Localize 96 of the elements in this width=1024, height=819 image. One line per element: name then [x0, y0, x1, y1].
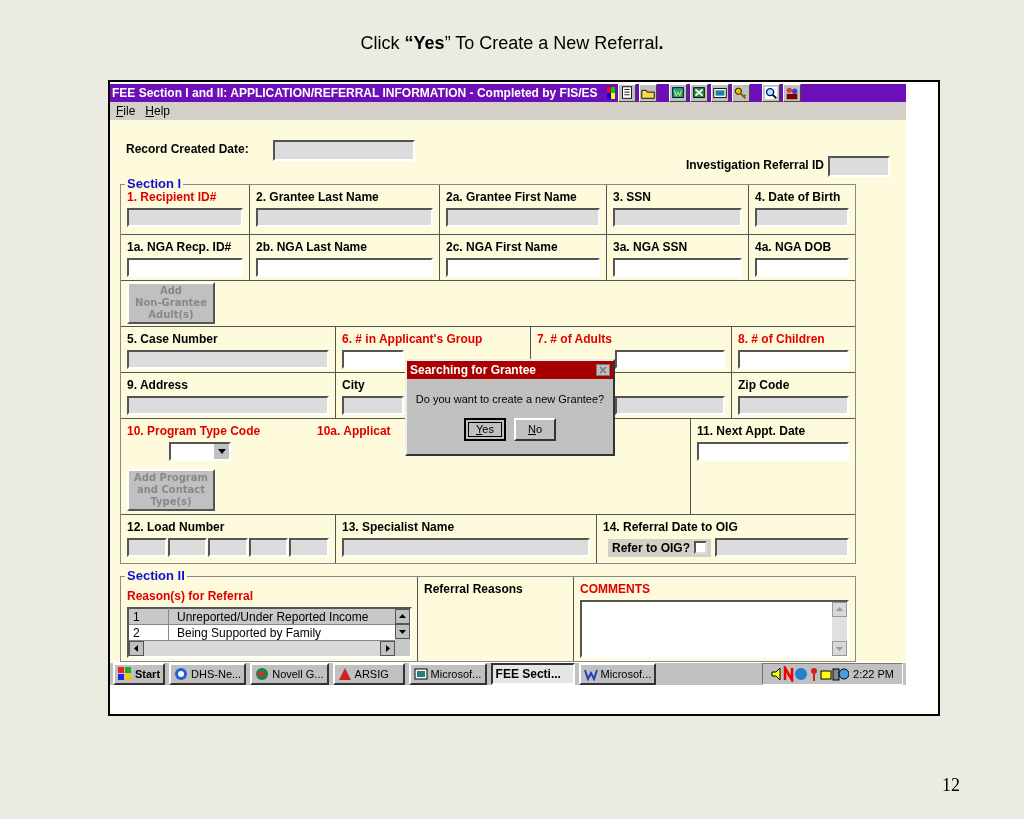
field-label: 12. Load Number	[127, 519, 225, 536]
field-label: 9. Address	[127, 377, 188, 394]
input-field[interactable]	[615, 350, 725, 369]
input-field[interactable]	[755, 208, 849, 227]
date-field[interactable]	[272, 140, 415, 161]
field-label: 13. Specialist Name	[342, 519, 455, 536]
field-label: COMMENTS	[580, 581, 650, 598]
field-label: Record Created Date:	[126, 141, 249, 158]
field-label: 2c. NGA First Name	[446, 239, 558, 256]
clock: 2:22 PM	[853, 666, 894, 682]
taskbar-button[interactable]: Microsof...	[578, 663, 657, 685]
input-field[interactable]	[256, 258, 433, 277]
input-field[interactable]	[446, 208, 600, 227]
dialog-button[interactable]: Yes	[464, 417, 506, 441]
list-row[interactable]: 2 Being Supported by Family	[129, 625, 395, 641]
input-field[interactable]	[342, 538, 590, 557]
input-field[interactable]	[613, 258, 742, 277]
start-button[interactable]: Start	[113, 663, 166, 685]
key-icon[interactable]	[731, 84, 750, 102]
search-icon[interactable]	[761, 84, 780, 102]
input-field[interactable]	[248, 538, 289, 557]
slide-title: Click “Yes” To Create a New Referral.	[360, 32, 664, 55]
caret-icon	[217, 449, 226, 454]
list-box[interactable]: 1 Unreported/Under Reported Income 2 Being Supported by Family	[127, 607, 412, 658]
field-label: 2. Grantee Last Name	[256, 189, 379, 206]
scroll-down-icon[interactable]	[395, 624, 410, 639]
taskbar-button[interactable]: Novell G...	[250, 663, 329, 685]
dialog-title: Searching for Grantee	[410, 362, 537, 379]
field-label: 3a. NGA SSN	[613, 239, 688, 256]
taskbar-button[interactable]: ARSIG	[332, 663, 405, 685]
taskbar-button[interactable]: Microsof...	[408, 663, 487, 685]
field-label: 2a. Grantee First Name	[446, 189, 577, 206]
scroll-up-icon[interactable]	[395, 609, 410, 624]
list-row[interactable]: 1 Unreported/Under Reported Income	[129, 609, 395, 625]
input-field[interactable]	[208, 538, 248, 557]
grid-icon[interactable]	[689, 84, 708, 102]
field-label: 7. # of Adults	[537, 331, 612, 348]
dialog-message: Do you want to create a new Grantee?	[414, 392, 606, 407]
field-label: 8. # of Children	[738, 331, 825, 348]
field-label: 2b. NGA Last Name	[256, 239, 367, 256]
taskbar-button[interactable]: FEE Secti...	[490, 663, 575, 685]
field-label: Investigation Referral ID	[685, 157, 824, 174]
window-icon	[413, 667, 428, 681]
field-label: Reason(s) for Referral	[127, 588, 254, 605]
input-field[interactable]	[342, 350, 404, 369]
input-field[interactable]	[127, 258, 243, 277]
field-label: 10. Program Type Code	[127, 423, 261, 440]
field-label: Zip Code	[738, 377, 790, 394]
dialog-button[interactable]: No	[514, 417, 556, 441]
input-field[interactable]	[127, 208, 243, 227]
menu-item[interactable]: File	[116, 102, 136, 120]
document-icon[interactable]	[617, 84, 636, 102]
dropdown[interactable]	[169, 442, 231, 461]
input-field[interactable]	[256, 208, 433, 227]
input-field[interactable]	[755, 258, 849, 277]
people-icon[interactable]	[782, 84, 801, 102]
input-field[interactable]	[738, 396, 849, 415]
window-title: FEE Section I and II: APPLICATION/REFERRAL INFORMATION - Completed by FIS/ES	[112, 85, 598, 102]
input-field[interactable]	[697, 442, 849, 461]
field-label: 1a. NGA Recp. ID#	[127, 239, 232, 256]
input-field[interactable]	[127, 538, 167, 557]
input-field[interactable]	[446, 258, 600, 277]
input-field[interactable]	[127, 350, 329, 369]
checkbox[interactable]	[694, 541, 707, 554]
colour-blocks-icon	[606, 87, 615, 99]
triangle-icon	[337, 667, 352, 681]
input-field[interactable]	[715, 538, 849, 557]
page-number: 12	[942, 774, 960, 797]
input-field[interactable]	[342, 396, 404, 415]
field-label: 6. # in Applicant's Group	[342, 331, 483, 348]
input-field[interactable]	[613, 208, 742, 227]
field-label: 14. Referral Date to OIG	[603, 519, 738, 536]
field-label: 4. Date of Birth	[755, 189, 841, 206]
window-icon[interactable]	[710, 84, 729, 102]
checkbox-label: Refer to OIG?	[612, 539, 690, 557]
zigzag-icon	[583, 667, 598, 681]
scroll-right-icon[interactable]	[380, 641, 395, 656]
input-field[interactable]	[615, 396, 725, 415]
field-label: 10a. Applicat	[317, 423, 391, 440]
menu-item[interactable]: Help	[145, 102, 171, 120]
field-label: 4a. NGA DOB	[755, 239, 832, 256]
field-label: Referral Reasons	[424, 581, 523, 598]
input-field[interactable]	[167, 538, 208, 557]
field-label: 3. SSN	[613, 189, 651, 206]
taskbar-button[interactable]: DHS-Ne...	[169, 663, 247, 685]
input-field[interactable]	[738, 350, 849, 369]
field-label: 5. Case Number	[127, 331, 218, 348]
folder-icon[interactable]	[638, 84, 657, 102]
field-label: City	[342, 377, 365, 394]
field-label: 11. Next Appt. Date	[697, 423, 806, 440]
windows-logo-icon	[118, 667, 132, 681]
field-label: 1. Recipient ID#	[127, 189, 217, 206]
input-field[interactable]	[289, 538, 329, 557]
id-field[interactable]	[828, 156, 890, 177]
scroll-left-icon[interactable]	[129, 641, 144, 656]
input-field[interactable]	[127, 396, 329, 415]
